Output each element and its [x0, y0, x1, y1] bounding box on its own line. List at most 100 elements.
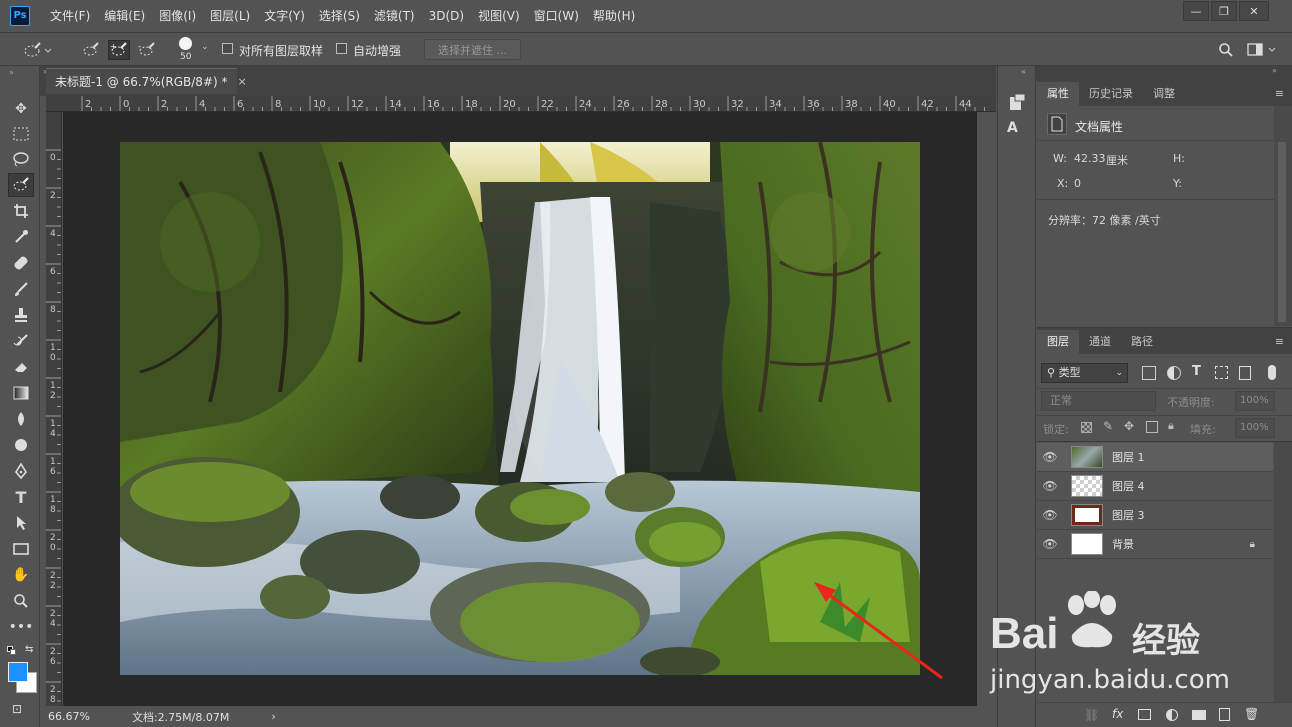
new-selection-mode-button[interactable] [80, 40, 102, 60]
path-selection-tool-icon[interactable] [8, 511, 34, 535]
character-panel-icon[interactable]: A [1007, 120, 1027, 140]
layer-row[interactable]: 👁︎ 图层 1 [1037, 443, 1273, 472]
tab-history[interactable]: 历史记录 [1079, 82, 1143, 106]
visibility-eye-icon[interactable]: 👁︎ [1037, 537, 1063, 551]
brush-size-picker[interactable]: 50 ⌄ [174, 37, 212, 65]
panel-menu-icon[interactable]: ≡ [1267, 82, 1292, 106]
more-tools-icon[interactable]: ••• [8, 615, 34, 639]
filter-type-icon[interactable]: T [1192, 364, 1201, 379]
hand-tool-icon[interactable]: ✋ [8, 563, 34, 587]
menu-file[interactable]: 文件(F) [50, 7, 90, 24]
lock-transparent-icon[interactable] [1081, 422, 1092, 433]
move-tool-icon[interactable]: ✥ [8, 97, 34, 121]
menu-image[interactable]: 图像(I) [159, 7, 196, 24]
add-to-selection-mode-button[interactable]: + [108, 40, 130, 60]
visibility-eye-icon[interactable]: 👁︎ [1037, 508, 1063, 522]
clone-stamp-tool-icon[interactable] [8, 303, 34, 327]
filter-shape-icon[interactable] [1215, 366, 1228, 379]
menu-select[interactable]: 选择(S) [319, 7, 360, 24]
tool-preset-picker[interactable] [20, 40, 54, 60]
new-layer-icon[interactable] [1219, 708, 1230, 721]
menu-layer[interactable]: 图层(L) [210, 7, 250, 24]
default-colors-icon[interactable] [7, 646, 16, 655]
rectangle-tool-icon[interactable] [8, 537, 34, 561]
blur-tool-icon[interactable] [8, 407, 34, 431]
visibility-eye-icon[interactable]: 👁︎ [1037, 479, 1063, 493]
close-button[interactable]: ✕ [1239, 1, 1269, 21]
lock-all-icon[interactable]: 🔒︎ [1168, 419, 1174, 433]
swap-colors-icon[interactable]: ⇆ [25, 644, 33, 655]
history-brush-tool-icon[interactable] [8, 329, 34, 353]
workspace-switcher[interactable] [1245, 40, 1281, 60]
search-icon[interactable] [1215, 40, 1237, 60]
foreground-color-swatch[interactable] [8, 662, 28, 682]
quick-mask-icon[interactable]: ⊡ [12, 702, 22, 716]
fx-icon[interactable]: fx [1112, 707, 1123, 721]
lasso-tool-icon[interactable] [8, 147, 34, 171]
marquee-tool-icon[interactable] [8, 122, 34, 146]
dodge-tool-icon[interactable] [8, 433, 34, 457]
auto-enhance-checkbox[interactable] [336, 43, 347, 54]
zoom-level[interactable]: 66.67% [48, 710, 90, 723]
delete-layer-icon[interactable]: 🗑︎ [1244, 707, 1259, 721]
quick-selection-tool-icon[interactable] [8, 173, 34, 197]
menu-type[interactable]: 文字(Y) [264, 7, 305, 24]
lock-pixels-icon[interactable]: ✎ [1103, 419, 1113, 433]
tab-adjustments[interactable]: 调整 [1143, 82, 1185, 106]
filter-smart-object-icon[interactable] [1239, 366, 1251, 380]
lock-artboard-icon[interactable] [1146, 421, 1158, 433]
collapse-arrows-icon[interactable]: » [1272, 66, 1277, 75]
filter-toggle-icon[interactable] [1268, 365, 1276, 380]
minimize-button[interactable]: — [1183, 1, 1209, 21]
pen-tool-icon[interactable] [8, 459, 34, 483]
layer-filter-select[interactable]: ⚲ 类型 ⌄ [1041, 363, 1128, 383]
panel-menu-icon[interactable]: ≡ [1267, 330, 1292, 354]
zoom-tool-icon[interactable] [8, 589, 34, 613]
opacity-field[interactable]: 100% [1235, 391, 1275, 411]
select-and-mask-button[interactable]: 选择并遮住 ... [424, 39, 521, 60]
menu-window[interactable]: 窗口(W) [534, 7, 579, 24]
tab-layers[interactable]: 图层 [1037, 330, 1079, 354]
blend-mode-select[interactable]: 正常 [1041, 391, 1156, 411]
menu-edit[interactable]: 编辑(E) [104, 7, 145, 24]
type-tool-icon[interactable]: T [8, 485, 34, 509]
eyedropper-tool-icon[interactable] [8, 225, 34, 249]
document-tab[interactable]: 未标题-1 @ 66.7%(RGB/8#) * × [46, 68, 247, 94]
properties-scrollbar[interactable] [1274, 106, 1292, 326]
sample-all-layers-checkbox[interactable] [222, 43, 233, 54]
menu-help[interactable]: 帮助(H) [593, 7, 635, 24]
width-value[interactable]: 42.33 [1074, 152, 1106, 165]
filter-pixel-icon[interactable] [1142, 366, 1156, 380]
collapse-arrows-icon[interactable]: « [1021, 67, 1026, 76]
properties-panel-icon[interactable] [1007, 92, 1027, 112]
x-value[interactable]: 0 [1074, 177, 1081, 190]
tab-channels[interactable]: 通道 [1079, 330, 1121, 354]
brush-tool-icon[interactable] [8, 277, 34, 301]
new-group-icon[interactable] [1192, 710, 1206, 720]
subtract-from-selection-mode-button[interactable]: - [136, 40, 158, 60]
tab-properties[interactable]: 属性 [1037, 82, 1079, 106]
menu-3d[interactable]: 3D(D) [429, 9, 464, 23]
status-menu-arrow-icon[interactable]: › [271, 710, 275, 723]
filter-adjustment-icon[interactable] [1167, 366, 1181, 380]
tab-paths[interactable]: 路径 [1121, 330, 1163, 354]
collapse-arrows-icon[interactable]: » [9, 68, 14, 77]
crop-tool-icon[interactable] [8, 199, 34, 223]
menu-view[interactable]: 视图(V) [478, 7, 520, 24]
adjustment-layer-icon[interactable] [1166, 709, 1178, 721]
horizontal-ruler[interactable]: 2 0 2 4 6 8 10 12 14 16 18 20 22 24 26 28 30 32 34 36 38 40 42… [46, 96, 996, 112]
vertical-ruler[interactable]: 0246810121416182022242628 [46, 112, 62, 706]
link-layers-icon[interactable]: ⛓︎ [1084, 708, 1099, 722]
layer-row[interactable]: 👁︎ 图层 3 [1037, 501, 1273, 530]
fill-field[interactable]: 100% [1235, 418, 1275, 438]
add-mask-icon[interactable] [1138, 709, 1151, 720]
healing-brush-tool-icon[interactable] [8, 251, 34, 275]
eraser-tool-icon[interactable] [8, 355, 34, 379]
lock-position-icon[interactable]: ✥ [1124, 419, 1134, 433]
gradient-tool-icon[interactable] [8, 381, 34, 405]
layer-row[interactable]: 👁︎ 图层 4 [1037, 472, 1273, 501]
restore-button[interactable]: ❐ [1211, 1, 1237, 21]
menu-filter[interactable]: 滤镜(T) [374, 7, 415, 24]
visibility-eye-icon[interactable]: 👁︎ [1037, 450, 1063, 464]
layer-row[interactable]: 👁︎ 背景 🔒︎ [1037, 530, 1273, 559]
